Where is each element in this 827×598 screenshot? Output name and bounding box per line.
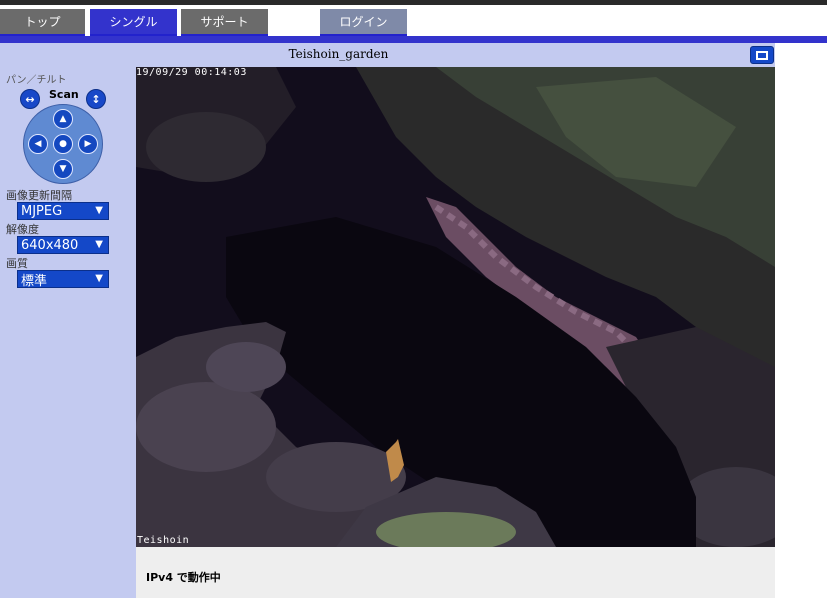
left-right-arrow-icon: ↔ bbox=[25, 92, 35, 106]
tab-top[interactable]: トップ bbox=[0, 9, 85, 36]
refresh-interval-label: 画像更新間隔 bbox=[6, 189, 72, 202]
connection-status: IPv4 で動作中 bbox=[146, 571, 221, 584]
resolution-select[interactable]: 640x480 ▼ bbox=[17, 236, 109, 254]
tilt-up-button[interactable]: ▲ bbox=[53, 109, 73, 129]
quality-select[interactable]: 標準 ▼ bbox=[17, 270, 109, 289]
night-garden-image bbox=[136, 67, 775, 547]
tilt-down-button[interactable]: ▼ bbox=[53, 159, 73, 179]
fullscreen-button[interactable] bbox=[750, 46, 774, 64]
tab-single[interactable]: シングル bbox=[90, 9, 177, 36]
resolution-label: 解像度 bbox=[6, 223, 39, 236]
status-area: IPv4 で動作中 bbox=[136, 547, 775, 598]
fullscreen-icon bbox=[756, 50, 768, 60]
camera-live-view: 19/09/29 00:14:03 Teishoin bbox=[136, 67, 775, 547]
arrow-right-icon: ▶ bbox=[84, 139, 92, 149]
camera-timestamp: 19/09/29 00:14:03 bbox=[136, 67, 247, 78]
refresh-interval-select[interactable]: MJPEG ▼ bbox=[17, 202, 109, 220]
up-down-arrow-icon: ↕ bbox=[91, 92, 101, 106]
right-margin bbox=[775, 43, 827, 598]
tab-support[interactable]: サポート bbox=[181, 9, 268, 36]
pan-left-button[interactable]: ◀ bbox=[28, 134, 48, 154]
camera-title-bar: Teishoin_garden bbox=[136, 43, 775, 67]
login-tab[interactable]: ログイン bbox=[320, 9, 407, 36]
scan-label: Scan bbox=[49, 88, 79, 101]
camera-watermark: Teishoin bbox=[137, 535, 190, 546]
quality-value: 標準 bbox=[21, 273, 48, 289]
arrow-up-icon: ▲ bbox=[59, 114, 67, 124]
refresh-interval-value: MJPEG bbox=[21, 203, 63, 219]
tab-bar: トップ シングル サポート ログイン bbox=[0, 5, 827, 36]
chevron-down-icon: ▼ bbox=[95, 239, 103, 250]
pan-right-button[interactable]: ▶ bbox=[78, 134, 98, 154]
home-dot-icon: ● bbox=[59, 139, 67, 149]
home-position-button[interactable]: ● bbox=[53, 134, 73, 154]
horizontal-scan-button[interactable]: ↔ bbox=[20, 89, 40, 109]
pan-tilt-dpad: ▲ ◀ ● ▶ ▼ bbox=[23, 104, 103, 184]
vertical-scan-button[interactable]: ↕ bbox=[86, 89, 106, 109]
pan-tilt-label: パン／チルト bbox=[6, 75, 67, 86]
control-sidebar: パン／チルト ↔ Scan ↕ ▲ ◀ ● ▶ ▼ 画像更新間隔 MJPEG ▼… bbox=[0, 43, 136, 598]
arrow-down-icon: ▼ bbox=[59, 164, 67, 174]
camera-title: Teishoin_garden bbox=[288, 47, 389, 61]
arrow-left-icon: ◀ bbox=[34, 139, 42, 149]
resolution-value: 640x480 bbox=[21, 237, 79, 253]
nav-underline bbox=[0, 36, 827, 43]
chevron-down-icon: ▼ bbox=[95, 205, 103, 216]
chevron-down-icon: ▼ bbox=[95, 273, 103, 284]
